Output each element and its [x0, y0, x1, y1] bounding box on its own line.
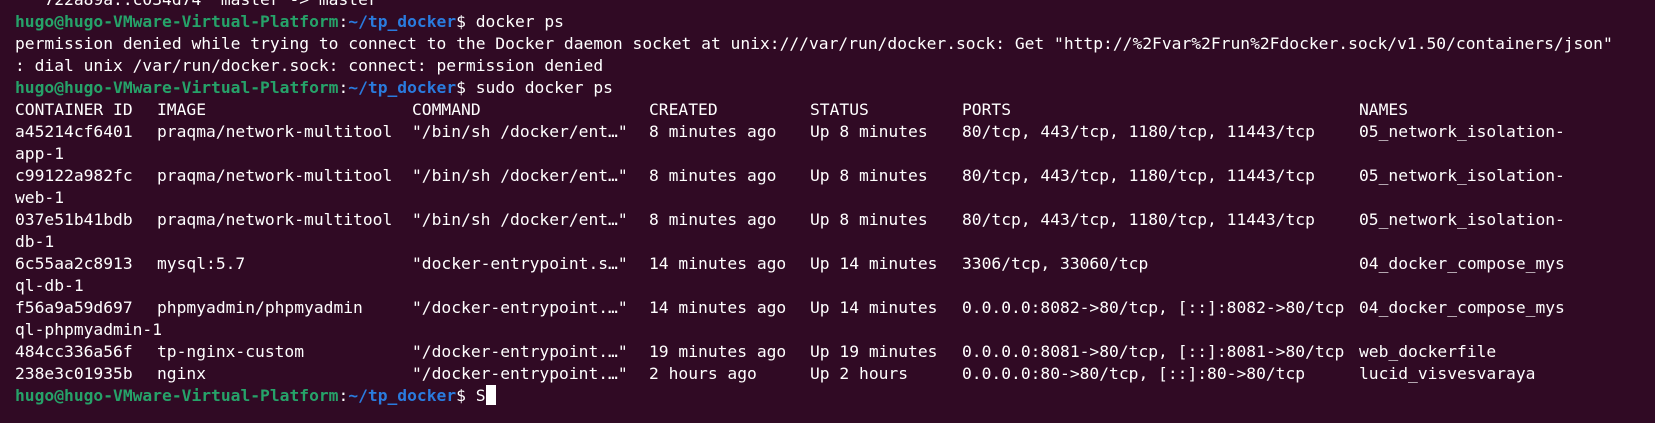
container-table-body: a45214cf6401 praqma/network-multitool "/bi…	[15, 121, 1655, 385]
cell-image: nginx	[157, 364, 207, 383]
cell-ports: 80/tcp, 443/tcp, 1180/tcp, 11443/tcp	[962, 210, 1315, 229]
cell-command: "/docker-entrypoint.…"	[412, 364, 628, 383]
cell-names: 05_network_isolation-	[1359, 166, 1565, 185]
cell-status: Up 2 hours	[810, 364, 909, 383]
table-row: 037e51b41bdb praqma/network-multitool "/bi…	[15, 209, 1655, 231]
cell-names: 05_network_isolation-	[1359, 122, 1565, 141]
cell-created: 19 minutes ago	[649, 342, 787, 361]
cell-names: lucid_visvesvaraya	[1359, 364, 1536, 383]
header-status: STATUS	[810, 100, 869, 119]
cell-image: praqma/network-multitool	[157, 122, 393, 141]
terminal-output: 722a89a..c034d74 master -> master hugo@h…	[15, 0, 1655, 407]
cell-ports: 0.0.0.0:8081->80/tcp, [::]:8081->80/tcp	[962, 342, 1345, 361]
cell-status: Up 14 minutes	[810, 254, 938, 273]
cell-command: "/bin/sh /docker/ent…"	[412, 166, 628, 185]
cell-status: Up 8 minutes	[810, 166, 928, 185]
table-row: c99122a982fc praqma/network-multitool "/bi…	[15, 165, 1655, 187]
cell-command: "docker-entrypoint.s…"	[412, 254, 628, 273]
cell-names: 04_docker_compose_mys	[1359, 298, 1565, 317]
cell-container-id: 238e3c01935b	[15, 364, 133, 383]
header-created: CREATED	[649, 100, 718, 119]
table-row: 484cc336a56f tp-nginx-custom "/docker-entr…	[15, 341, 1655, 363]
prompt-symbol: $	[456, 78, 476, 97]
table-row: 6c55aa2c8913 mysql:5.7 "docker-entrypoint.…	[15, 253, 1655, 275]
table-row: 238e3c01935b nginx "/docker-entrypoint.…" 2…	[15, 363, 1655, 385]
prompt-colon: :	[338, 78, 349, 97]
prompt-symbol: $	[456, 386, 476, 405]
cell-ports: 3306/tcp, 33060/tcp	[962, 254, 1149, 273]
cell-created: 8 minutes ago	[649, 210, 777, 229]
command-text: sudo docker ps	[475, 78, 613, 97]
cell-image: praqma/network-multitool	[157, 210, 393, 229]
text-cursor	[485, 385, 496, 405]
cell-created: 8 minutes ago	[649, 166, 777, 185]
cell-container-id: 484cc336a56f	[15, 342, 133, 361]
table-row-wrap: ql-phpmyadmin-1	[15, 320, 163, 339]
cell-container-id: 037e51b41bdb	[15, 210, 133, 229]
table-row: f56a9a59d697 phpmyadmin/phpmyadmin "/docke…	[15, 297, 1655, 319]
table-row-wrap: web-1	[15, 188, 65, 207]
header-ports: PORTS	[962, 100, 1012, 119]
prompt-user-host: hugo@hugo-VMware-Virtual-Platform	[15, 386, 339, 405]
cell-image: mysql:5.7	[157, 254, 246, 273]
prompt-line-1: hugo@hugo-VMware-Virtual-Platform:~/tp_d…	[15, 11, 1655, 33]
git-push-tail-line: 722a89a..c034d74 master -> master	[15, 0, 1655, 11]
cell-status: Up 8 minutes	[810, 122, 928, 141]
table-row-wrap: db-1	[15, 232, 55, 251]
cell-command: "/docker-entrypoint.…"	[412, 298, 628, 317]
cell-container-id: a45214cf6401	[15, 122, 133, 141]
command-text: docker ps	[475, 12, 564, 31]
cell-created: 14 minutes ago	[649, 298, 787, 317]
prompt-user-host: hugo@hugo-VMware-Virtual-Platform	[15, 78, 339, 97]
cell-names: 05_network_isolation-	[1359, 210, 1565, 229]
header-command: COMMAND	[412, 100, 481, 119]
command-input-text[interactable]: S	[476, 386, 486, 405]
header-names: NAMES	[1359, 100, 1409, 119]
prompt-path: ~/tp_docker	[348, 386, 457, 405]
prompt-path: ~/tp_docker	[348, 12, 457, 31]
cell-image: phpmyadmin/phpmyadmin	[157, 298, 363, 317]
cell-status: Up 8 minutes	[810, 210, 928, 229]
prompt-path: ~/tp_docker	[348, 78, 457, 97]
cell-command: "/bin/sh /docker/ent…"	[412, 210, 628, 229]
error-line: : dial unix /var/run/docker.sock: connec…	[15, 56, 604, 75]
cell-ports: 0.0.0.0:80->80/tcp, [::]:80->80/tcp	[962, 364, 1306, 383]
prompt-line-2: hugo@hugo-VMware-Virtual-Platform:~/tp_d…	[15, 77, 1655, 99]
cell-container-id: f56a9a59d697	[15, 298, 133, 317]
cell-container-id: 6c55aa2c8913	[15, 254, 133, 273]
prompt-line-3: hugo@hugo-VMware-Virtual-Platform:~/tp_d…	[15, 385, 1655, 407]
cell-container-id: c99122a982fc	[15, 166, 133, 185]
cell-image: tp-nginx-custom	[157, 342, 305, 361]
cell-created: 2 hours ago	[649, 364, 757, 383]
terminal-window[interactable]: 722a89a..c034d74 master -> master hugo@h…	[0, 0, 1655, 423]
cell-image: praqma/network-multitool	[157, 166, 393, 185]
cell-status: Up 19 minutes	[810, 342, 938, 361]
cell-created: 14 minutes ago	[649, 254, 787, 273]
table-header-row: CONTAINER ID IMAGE COMMAND CREATED STATU…	[15, 99, 1655, 121]
table-row-wrap: app-1	[15, 144, 65, 163]
cell-ports: 80/tcp, 443/tcp, 1180/tcp, 11443/tcp	[962, 166, 1315, 185]
cell-command: "/docker-entrypoint.…"	[412, 342, 628, 361]
cell-names: 04_docker_compose_mys	[1359, 254, 1565, 273]
prompt-user-host: hugo@hugo-VMware-Virtual-Platform	[15, 12, 339, 31]
table-row-wrap: ql-db-1	[15, 276, 84, 295]
cell-ports: 80/tcp, 443/tcp, 1180/tcp, 11443/tcp	[962, 122, 1315, 141]
cell-names: web_dockerfile	[1359, 342, 1497, 361]
header-container-id: CONTAINER ID	[15, 100, 133, 119]
error-line: permission denied while trying to connec…	[15, 34, 1613, 53]
prompt-colon: :	[338, 12, 349, 31]
table-row: a45214cf6401 praqma/network-multitool "/bi…	[15, 121, 1655, 143]
prompt-colon: :	[338, 386, 349, 405]
cell-status: Up 14 minutes	[810, 298, 938, 317]
prompt-symbol: $	[456, 12, 476, 31]
header-image: IMAGE	[157, 100, 207, 119]
cell-command: "/bin/sh /docker/ent…"	[412, 122, 628, 141]
cell-created: 8 minutes ago	[649, 122, 777, 141]
cell-ports: 0.0.0.0:8082->80/tcp, [::]:8082->80/tcp	[962, 298, 1345, 317]
